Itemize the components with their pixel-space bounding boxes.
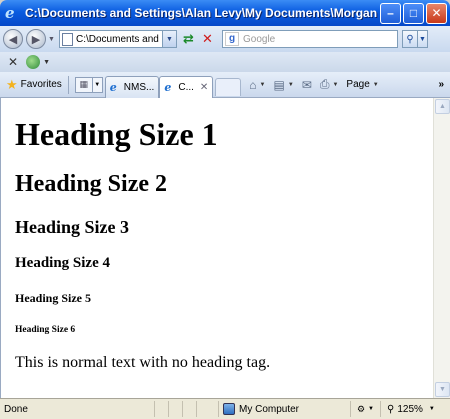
status-panel <box>196 401 210 417</box>
home-icon: ⌂ <box>249 77 257 92</box>
magnifier-icon: ⚲ <box>406 33 414 45</box>
window-title: C:\Documents and Settings\Alan Levy\My D… <box>25 6 378 20</box>
tab-current[interactable]: e C... ✕ <box>159 75 214 98</box>
favorites-label: Favorites <box>20 79 62 90</box>
zoom-button[interactable]: ⚲ 125% ▼ <box>380 401 450 417</box>
protected-mode-dropdown[interactable]: ▼ <box>368 406 374 412</box>
printer-icon: ⎙ <box>319 77 330 91</box>
heading-5: Heading Size 5 <box>15 291 92 305</box>
close-toolbar-icon[interactable]: ✕ <box>8 55 18 69</box>
addon-icon[interactable] <box>26 55 41 69</box>
tab-list-dropdown[interactable]: ▼ <box>92 76 103 93</box>
favorites-button[interactable]: ★ Favorites <box>6 77 62 93</box>
forward-button[interactable]: ▶ <box>26 29 46 49</box>
tab-close-icon[interactable]: ✕ <box>200 82 208 93</box>
google-icon: g <box>225 32 239 46</box>
tab-label: NMS... <box>123 81 155 93</box>
status-panel <box>154 401 168 417</box>
search-button[interactable]: ⚲ <box>402 30 418 48</box>
address-text: C:\Documents and Set <box>76 33 162 45</box>
scroll-down-button[interactable]: ▼ <box>435 382 450 397</box>
status-panel <box>182 401 196 417</box>
addon-dropdown[interactable]: ▼ <box>43 59 50 66</box>
address-field[interactable]: C:\Documents and Set <box>59 30 163 48</box>
rss-icon: ▤ <box>273 77 285 92</box>
heading-6: Heading Size 6 <box>15 325 76 335</box>
page-dropdown[interactable]: ▼ <box>373 82 379 88</box>
stop-button[interactable]: ✕ <box>199 31 216 48</box>
security-zone[interactable]: My Computer <box>218 401 330 417</box>
print-button[interactable]: ⎙ ▼ <box>320 77 339 92</box>
ie-page-icon: e <box>109 80 117 94</box>
back-arrow-icon: ◀ <box>8 33 18 46</box>
star-icon: ★ <box>6 76 18 92</box>
feeds-button[interactable]: ▤ ▼ <box>274 78 294 92</box>
tab-label: C... <box>178 81 194 93</box>
zone-label: My Computer <box>239 403 300 415</box>
search-placeholder: Google <box>243 33 276 45</box>
back-button[interactable]: ◀ <box>3 29 23 49</box>
close-button[interactable]: ✕ <box>426 2 447 24</box>
maximize-button[interactable]: □ <box>403 2 424 24</box>
ie-logo-icon: e <box>5 4 15 22</box>
address-toolbar: ◀ ▶ ▼ C:\Documents and Set ▼ ⇄ ✕ g Googl… <box>0 26 450 52</box>
feeds-dropdown[interactable]: ▼ <box>288 82 294 88</box>
forward-arrow-icon: ▶ <box>31 33 41 46</box>
page-menu-button[interactable]: Page ▼ <box>346 79 378 90</box>
zoom-magnifier-icon: ⚲ <box>387 403 395 415</box>
protected-mode-button[interactable]: ⚙ ▼ <box>349 401 380 417</box>
page-menu-label: Page <box>346 79 370 90</box>
refresh-button[interactable]: ⇄ <box>180 31 197 48</box>
scroll-up-button[interactable]: ▲ <box>435 99 450 114</box>
address-dropdown-button[interactable]: ▼ <box>163 30 177 48</box>
mail-button[interactable]: ✉ <box>302 78 312 92</box>
new-tab-button[interactable] <box>215 77 242 96</box>
vertical-scrollbar[interactable]: ▲ ▼ <box>433 98 450 398</box>
minimize-button[interactable]: – <box>380 2 401 24</box>
status-panel <box>168 401 182 417</box>
protected-mode-icon: ⚙ <box>356 403 366 414</box>
computer-icon <box>223 403 235 415</box>
heading-4: Heading Size 4 <box>15 255 111 271</box>
home-button[interactable]: ⌂ ▼ <box>249 78 265 92</box>
heading-3: Heading Size 3 <box>15 217 130 237</box>
more-tools-chevron-icon[interactable]: » <box>438 79 444 90</box>
tab-nms[interactable]: e NMS... <box>104 75 160 98</box>
normal-paragraph: This is normal text with no heading tag. <box>15 354 271 371</box>
page-content: Heading Size 1 Heading Size 2 Heading Si… <box>0 98 433 398</box>
search-input[interactable]: g Google <box>222 30 398 48</box>
zoom-level: 125% <box>397 403 423 415</box>
zoom-dropdown[interactable]: ▼ <box>429 406 435 412</box>
search-options-dropdown[interactable]: ▼ <box>418 30 428 48</box>
heading-2: Heading Size 2 <box>15 171 168 197</box>
heading-1: Heading Size 1 <box>15 116 218 152</box>
title-bar[interactable]: e C:\Documents and Settings\Alan Levy\My… <box>0 0 450 26</box>
print-dropdown[interactable]: ▼ <box>332 82 338 88</box>
home-dropdown[interactable]: ▼ <box>260 82 266 88</box>
mail-icon: ✉ <box>301 77 312 92</box>
history-dropdown[interactable]: ▼ <box>48 36 56 43</box>
tab-toolbar: ★ Favorites ▦ ▼ e NMS... e C... ✕ ⌂ ▼ ▤ … <box>0 72 450 98</box>
page-icon <box>62 32 73 46</box>
ie-page-icon: e <box>164 80 172 94</box>
separator <box>67 75 69 94</box>
command-row: ✕ ▼ <box>0 52 450 72</box>
quick-tabs-button[interactable]: ▦ <box>74 76 93 93</box>
status-text: Done <box>4 403 28 415</box>
status-bar: Done My Computer ⚙ ▼ ⚲ 125% ▼ <box>0 398 450 419</box>
